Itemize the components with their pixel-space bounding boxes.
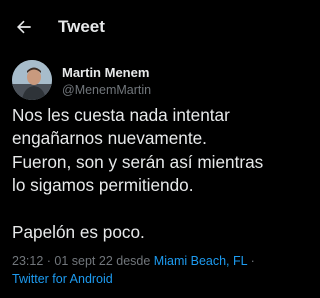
page-title: Tweet (58, 17, 105, 36)
tweet-line: lo sigamos permitiendo. (12, 175, 194, 196)
arrow-left-icon (17, 20, 31, 34)
tweet-line: engañarnos nuevamente. (12, 128, 207, 149)
tweet-metadata: 23:12 · 01 sept 22 desde Miami Beach, FL… (12, 252, 300, 288)
tweet-date: 01 sept 22 (54, 254, 113, 268)
tweet-text: Nos les cuesta nada intentar engañarnos … (12, 104, 302, 244)
top-app-bar: Tweet (0, 0, 300, 56)
from-label: desde (112, 254, 154, 268)
avatar-image (12, 60, 52, 100)
tweet-time: 23:12 (12, 254, 44, 268)
separator: · (43, 254, 55, 268)
author-name[interactable]: Martin Menem (62, 65, 149, 80)
avatar[interactable] (12, 60, 52, 100)
tweet-line: Fueron, son y serán así mientras (12, 151, 264, 172)
location-link[interactable]: Miami Beach, FL (154, 254, 247, 268)
tweet-line: Nos les cuesta nada intentar (12, 105, 230, 125)
source-link[interactable]: Twitter for Android (12, 272, 113, 286)
back-button[interactable] (12, 15, 36, 39)
tweet-line: Papelón es poco. (12, 222, 145, 243)
separator: · (247, 254, 255, 268)
author-handle[interactable]: @MenemMartin (62, 83, 151, 97)
